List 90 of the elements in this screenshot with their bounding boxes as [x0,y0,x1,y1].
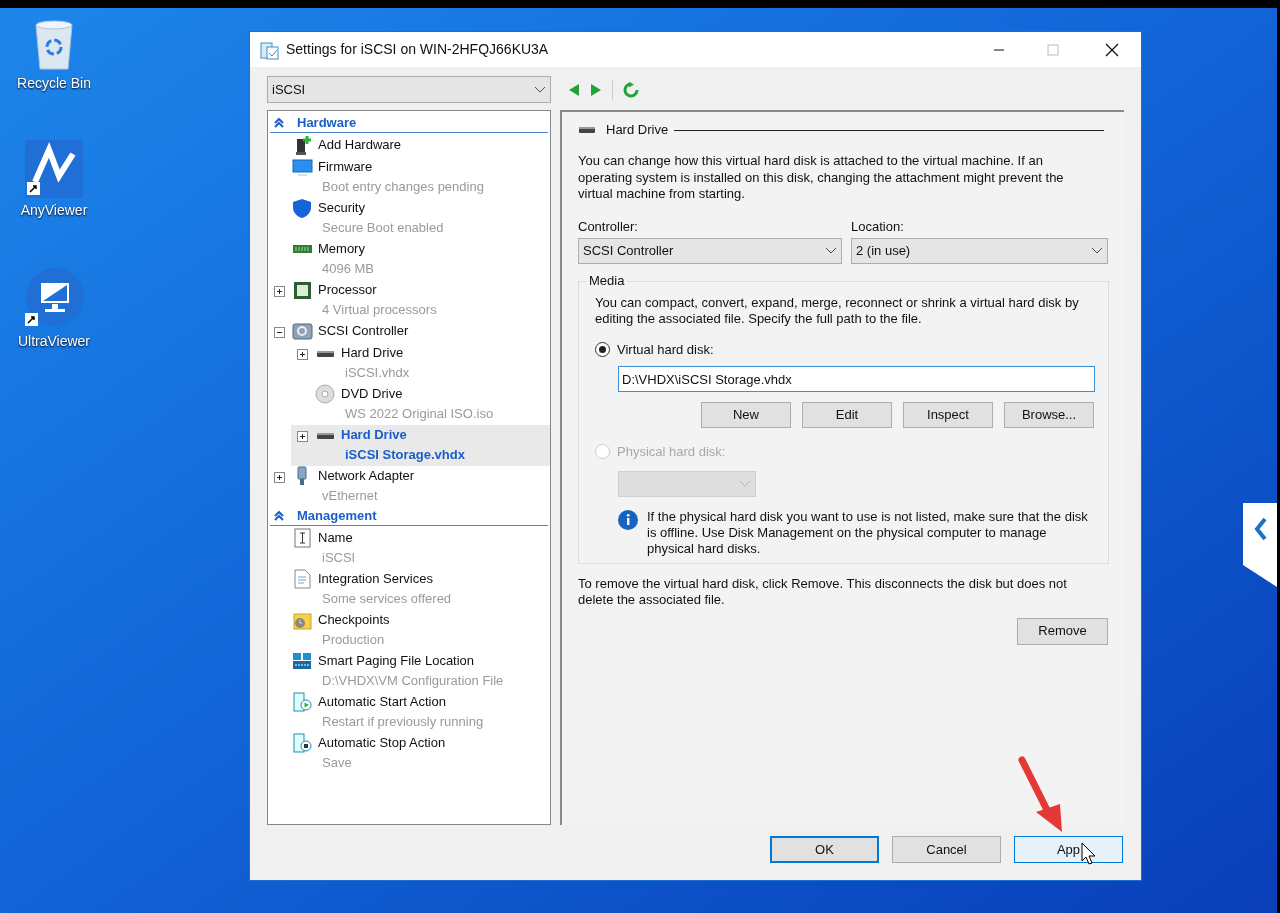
dialog-button[interactable]: Cancel [892,836,1001,863]
description-text: You can compact, convert, expand, merge, reconnect or shrink a virtual hard disk by editing the associated file. Specify the full path to the file. [595,294,1080,328]
tree-item-detail: iSCSI Storage.vhdx [345,446,465,464]
tree-item-detail: Restart if previously running [322,713,484,731]
tree-item-detail: iSCSI [322,549,356,567]
tree-item-detail: vEthernet [322,487,379,505]
info-icon [618,509,638,530]
tree-item-detail: Secure Boot enabled [322,219,444,237]
info-text: If the physical hard disk you want to use is not listed, make sure that the disk is offline. Use Disk Management on the physical computer to manage physical hard disks. [647,508,1089,557]
tree-item[interactable]: Hard Drive [341,425,465,445]
shield-icon [292,198,313,219]
server-play-icon [292,692,313,713]
controller-dropdown[interactable]: SCSI Controller [578,237,842,264]
controller-card-icon [292,321,313,342]
collapse-chevron-icon[interactable] [274,118,284,128]
tree-item[interactable]: Network Adapter [318,466,415,486]
tree-item[interactable]: Smart Paging File Location [318,651,504,671]
tree-item-detail: 4 Virtual processors [322,301,437,319]
tree-item-detail: 4096 MB [322,260,375,278]
tree-item[interactable]: Automatic Stop Action [318,733,446,753]
desktop-icon-label[interactable]: Recycle Bin [17,73,91,94]
tree-item[interactable]: Add Hardware [318,135,402,155]
tree-item-detail: iSCSI.vhdx [345,364,410,382]
file-button[interactable]: Browse... [1004,402,1094,428]
tree-item-detail: WS 2022 Original ISO.iso [345,405,494,423]
field-label: Controller: [578,217,639,235]
radio-label: Virtual hard disk: [617,340,714,359]
section-header[interactable]: Hardware [297,113,357,133]
tree-item[interactable]: Name [318,528,356,548]
text-cursor-icon [292,528,313,549]
tree-item[interactable]: Integration Services [318,569,452,589]
expand-toggle[interactable] [274,327,285,338]
processor-chip-icon [292,280,313,301]
file-button[interactable]: Inspect [903,402,993,428]
radio-button[interactable] [595,341,610,357]
mouse-cursor-icon [1081,842,1097,866]
recycle-bin-icon[interactable] [32,19,76,71]
document-icon [292,569,313,590]
location-dropdown[interactable]: 2 (in use) [851,237,1108,264]
close-icon[interactable] [1105,42,1119,57]
settings-document-icon [260,39,280,60]
server-stop-icon [292,733,313,754]
tree-item[interactable]: Processor [318,280,437,300]
hard-drive-icon [578,125,596,135]
back-icon[interactable] [568,82,580,97]
description-text: To remove the virtual hard disk, click Remove. This disconnects the disk but does not delete the associated file. [578,575,1068,609]
expand-toggle[interactable] [274,286,285,297]
tree-item-detail: D:\VHDX\VM Configuration File [322,672,504,690]
collapse-chevron-icon[interactable] [274,511,284,521]
refresh-icon[interactable] [623,81,639,98]
tree-item[interactable]: Firmware [318,157,484,177]
file-button[interactable]: New [701,402,791,428]
expand-toggle[interactable] [297,431,308,442]
expand-toggle[interactable] [274,472,285,483]
section-header[interactable]: Management [297,506,377,526]
radio-label: Physical hard disk: [617,443,726,461]
tree-item-detail: Boot entry changes pending [322,178,484,196]
tree-item[interactable]: DVD Drive [341,384,494,404]
hard-drive-icon [317,350,334,357]
tree-item[interactable]: Checkpoints [318,610,390,630]
path-input-field[interactable]: D:\VHDX\iSCSI Storage.vhdx [618,366,1095,392]
desktop-icon-label[interactable]: UltraViewer [17,331,91,352]
file-button[interactable]: Edit [802,402,892,428]
vm-dropdown[interactable]: iSCSI [267,76,551,103]
desktop-icon-label[interactable]: AnyViewer [20,200,88,221]
window-title: Settings for iSCSI on WIN-2HFQJ66KU3A [286,40,549,59]
tree-item-detail: Production [322,631,386,649]
disc-icon [315,384,336,405]
tree-item-detail: Some services offered [322,590,452,608]
description-text: You can change how this virtual hard disk is attached to the virtual machine. If an operating system is installed on this disk, changing the attachment might prevent the virtual machine from starting. [578,153,1065,203]
expand-toggle[interactable] [297,349,308,360]
tree-item[interactable]: SCSI Controller [318,321,409,341]
tree-item-detail: Save [322,754,353,772]
tree-item[interactable]: Security [318,198,444,218]
monitor-icon [292,157,313,178]
forward-icon[interactable] [590,82,602,97]
remove-button[interactable]: Remove [1017,617,1108,645]
monitor-logo-icon[interactable] [23,267,85,329]
tree-item[interactable]: Automatic Start Action [318,692,484,712]
tree-item[interactable]: Memory [318,239,375,259]
dialog-button[interactable]: OK [770,836,879,863]
letter-a-v-logo-icon[interactable] [25,140,83,198]
hard-drive-icon [317,432,334,439]
dialog-button[interactable]: App [1014,836,1123,863]
tree-item[interactable]: Hard Drive [341,343,410,363]
folder-clock-icon [292,610,313,631]
side-panel-tab[interactable] [1243,503,1277,587]
field-label: Location: [851,217,905,235]
paging-icon [292,651,313,672]
section-title: Hard Drive [606,121,669,140]
